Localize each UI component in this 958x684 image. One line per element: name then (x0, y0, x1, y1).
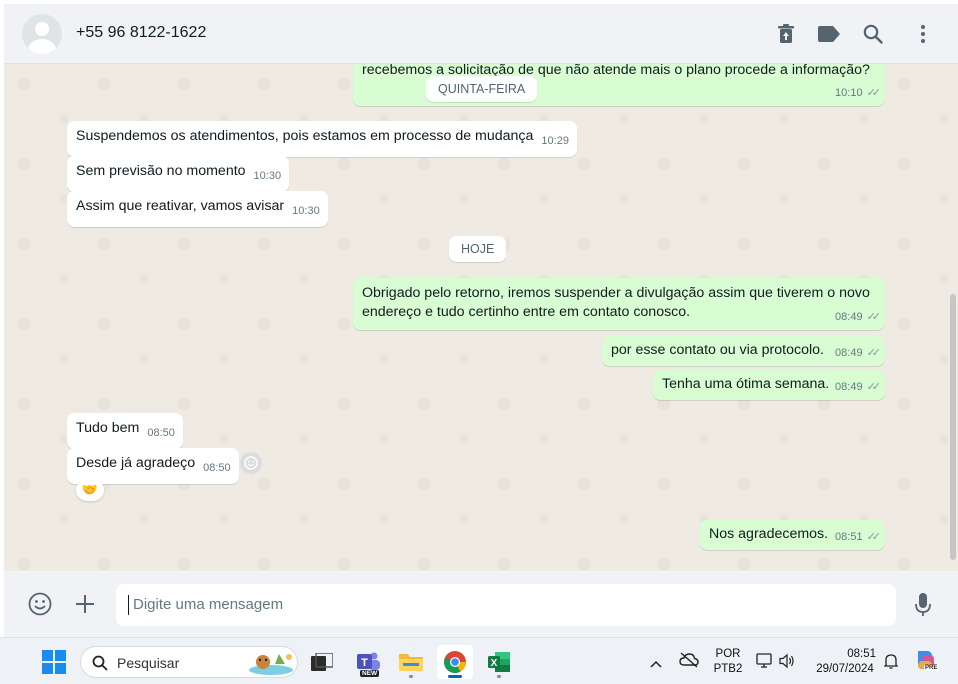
svg-text:X: X (491, 658, 498, 669)
message-meta: 08:51 ✓✓ (835, 528, 882, 547)
read-ticks-icon: ✓✓ (866, 87, 882, 99)
volume-icon[interactable] (779, 653, 795, 674)
message-time: 08:50 (203, 462, 231, 474)
message-incoming[interactable]: Suspendemos os atendimentos, pois estamo… (67, 121, 577, 157)
search-icon (92, 655, 108, 671)
message-time: 08:51 (835, 531, 863, 543)
message-text: Suspendemos os atendimentos, pois estamo… (76, 128, 534, 144)
message-outgoing[interactable]: por esse contato ou via protocolo. 08:49… (602, 336, 885, 366)
chrome-icon[interactable] (437, 645, 473, 679)
clock-date: 29/07/2024 (816, 663, 874, 675)
message-outgoing[interactable]: Nos agradecemos. 08:51 ✓✓ (700, 520, 885, 550)
message-time: 08:50 (147, 427, 175, 439)
message-text: Assim que reativar, vamos avisar (76, 198, 285, 214)
windows-start-icon[interactable] (42, 650, 66, 679)
message-input-placeholder: Digite uma mensagem (133, 596, 284, 613)
svg-text:T: T (361, 657, 368, 669)
notification-bell-icon[interactable] (883, 653, 899, 674)
message-time: 10:30 (253, 170, 282, 182)
windows-taskbar: Pesquisar T NEW X POR PTB2 08:51 29/07/2… (0, 637, 958, 684)
message-text: Tudo bem (76, 420, 140, 436)
emoji-icon[interactable] (26, 590, 54, 618)
chevron-up-icon[interactable] (650, 655, 662, 673)
message-text: Obrigado pelo retorno, iremos suspender … (362, 285, 870, 320)
task-view-icon[interactable] (304, 645, 340, 679)
message-meta: 08:49 ✓✓ (835, 344, 882, 363)
message-text: Desde já agradeço (76, 455, 196, 471)
read-ticks-icon: ✓✓ (866, 381, 882, 393)
file-explorer-icon[interactable] (393, 645, 429, 679)
search-icon[interactable] (859, 20, 887, 48)
language-code: POR (715, 648, 741, 660)
message-time: 08:49 (835, 311, 863, 323)
read-ticks-icon: ✓✓ (866, 531, 882, 543)
app-running-indicator (497, 675, 501, 678)
message-text: Nos agradecemos. (709, 526, 829, 542)
message-text: Sem previsão no momento (76, 163, 246, 179)
keyboard-layout: PTB2 (713, 663, 743, 675)
message-incoming[interactable]: Sem previsão no momento 10:30 (67, 156, 290, 192)
contact-name[interactable]: +55 96 8122-1622 (76, 24, 206, 42)
message-time: 08:49 (835, 347, 863, 359)
copilot-icon[interactable]: PRE (914, 649, 939, 678)
message-input[interactable]: Digite uma mensagem (116, 584, 896, 626)
message-composer: Digite uma mensagem (4, 571, 958, 637)
message-text: por esse contato ou via protocolo. (611, 342, 824, 358)
chat-header: +55 96 8122-1622 (4, 4, 958, 64)
message-outgoing[interactable]: Obrigado pelo retorno, iremos suspender … (353, 278, 885, 330)
network-icon[interactable] (756, 652, 774, 675)
mic-icon[interactable] (909, 591, 937, 619)
message-incoming[interactable]: Tudo bem 08:50 (67, 413, 183, 449)
message-time: 10:29 (541, 135, 569, 147)
app-active-indicator (448, 675, 462, 678)
teams-new-badge: NEW (360, 670, 380, 677)
label-icon[interactable] (815, 20, 843, 48)
plus-icon[interactable] (71, 590, 99, 618)
teams-icon[interactable]: T NEW (350, 645, 386, 679)
message-meta: 08:49 ✓✓ (835, 378, 882, 397)
date-chip: QUINTA-FEIRA (426, 76, 538, 102)
message-list[interactable]: recebemos a solicitação de que não atend… (4, 64, 958, 571)
system-clock[interactable]: 08:51 29/07/2024 (808, 647, 882, 677)
read-ticks-icon: ✓✓ (866, 311, 882, 323)
message-time: 10:10 (835, 87, 863, 99)
contact-avatar[interactable] (22, 14, 62, 54)
copilot-pre-badge: PRE (924, 665, 939, 671)
message-time: 10:30 (292, 205, 320, 217)
clock-time: 08:51 (847, 648, 876, 660)
taskbar-search-label: Pesquisar (117, 655, 180, 671)
taskbar-search[interactable]: Pesquisar (80, 646, 298, 678)
chat-scrollbar[interactable] (950, 294, 956, 560)
text-caret (128, 595, 129, 615)
search-highlight-icon (249, 654, 293, 675)
read-ticks-icon: ✓✓ (866, 347, 882, 359)
input-language[interactable]: POR PTB2 (712, 647, 744, 677)
cloud-offline-icon[interactable] (679, 652, 699, 673)
message-outgoing[interactable]: Tenha uma ótima semana. 08:49 ✓✓ (653, 370, 885, 400)
delete-icon[interactable] (772, 20, 800, 48)
excel-icon[interactable]: X (481, 645, 517, 679)
message-reaction[interactable]: 🤝 (76, 479, 104, 501)
menu-icon[interactable] (909, 20, 937, 48)
message-incoming[interactable]: Assim que reativar, vamos avisar 10:30 (67, 191, 328, 227)
date-chip: HOJE (449, 236, 507, 262)
app-running-indicator (409, 675, 413, 678)
react-emoji-icon[interactable] (240, 452, 262, 474)
message-text: Tenha uma ótima semana. (662, 376, 830, 392)
message-time: 08:49 (835, 381, 863, 393)
message-meta: 10:10 ✓✓ (835, 84, 882, 103)
message-meta: 08:49 ✓✓ (835, 308, 882, 327)
